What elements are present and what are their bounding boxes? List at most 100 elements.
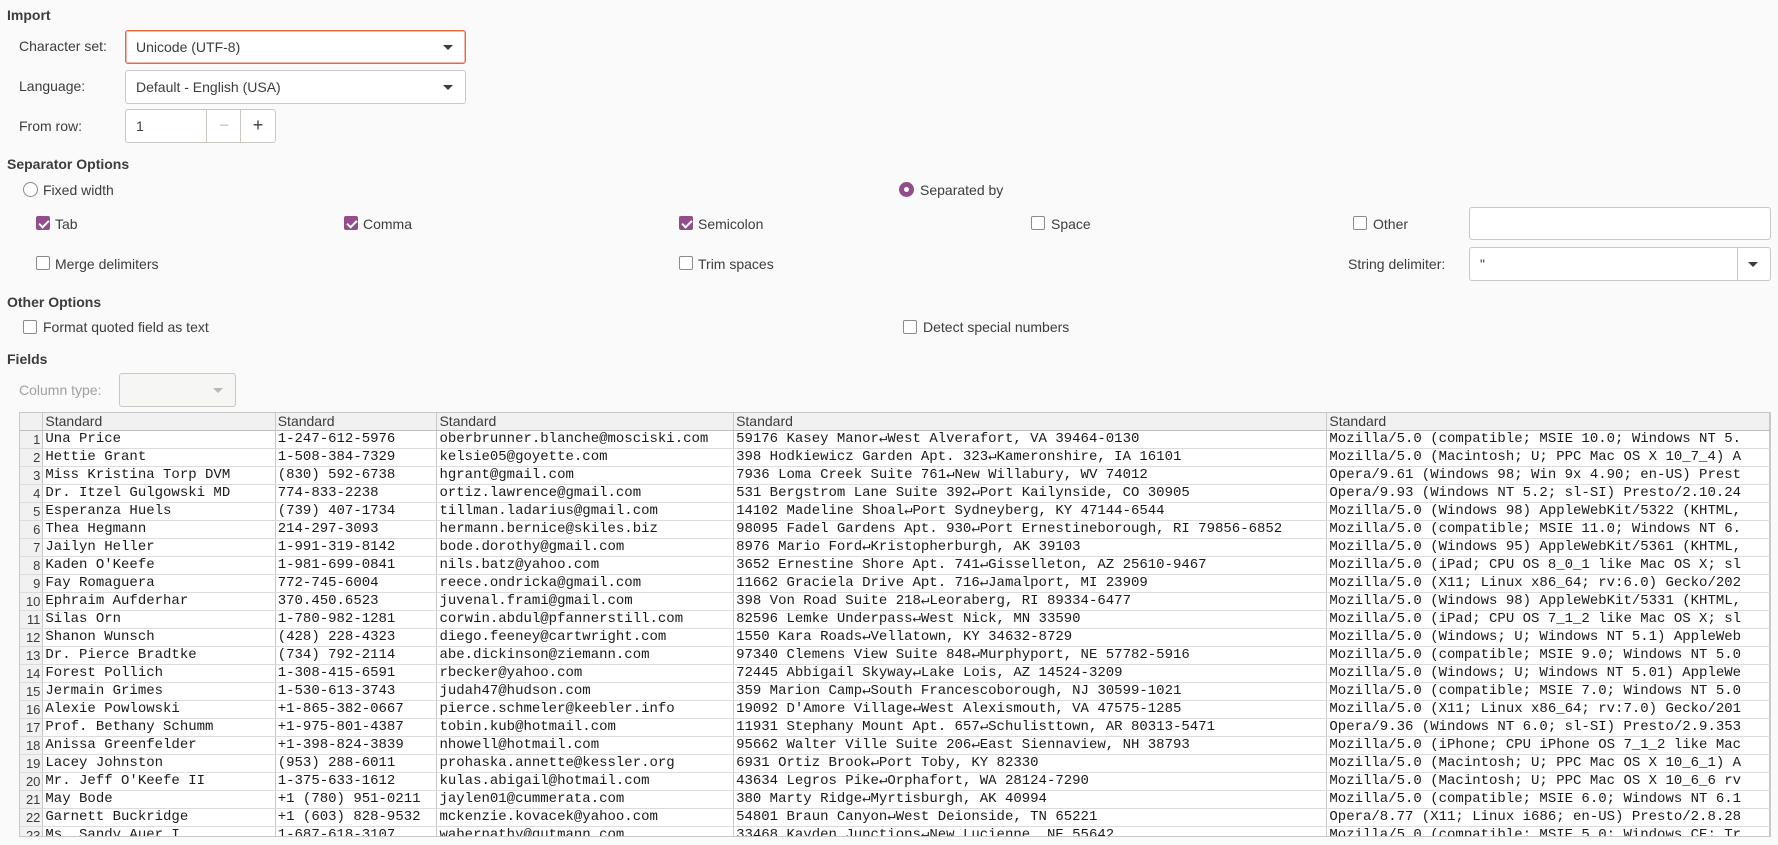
table-cell[interactable]: 1-530-613-3743 [275,682,438,701]
column-header[interactable]: Standard [1326,413,1770,431]
table-cell[interactable]: Lacey Johnston [42,754,276,773]
other-checkbox[interactable] [1353,216,1367,230]
table-cell[interactable]: 82596 Lemke Underpass↵West Nick, MN 3359… [733,610,1328,629]
comma-checkbox[interactable] [344,216,358,230]
table-cell[interactable]: Hettie Grant [42,448,276,467]
table-cell[interactable]: 11931 Stephany Mount Apt. 657↵Schulistto… [733,718,1328,737]
table-cell[interactable]: +1-398-824-3839 [275,736,438,755]
table-cell[interactable]: reece.ondricka@gmail.com [436,574,735,593]
table-cell[interactable]: Una Price [42,430,276,449]
table-cell[interactable]: Mozilla/5.0 (compatible; MSIE 10.0; Wind… [1326,430,1770,449]
table-cell[interactable]: Ms. Sandy Auer I [42,826,276,836]
other-input[interactable] [1469,207,1771,240]
language-combo[interactable]: Default - English (USA) [125,70,466,104]
string-delimiter-value[interactable]: " [1480,256,1485,272]
merge-delimiters-checkbox[interactable] [36,256,50,270]
table-cell[interactable]: Mozilla/5.0 (compatible; MSIE 5.0; Windo… [1326,826,1770,836]
from-row-spinner[interactable]: 1 − + [125,109,276,143]
table-cell[interactable]: Ephraim Aufderhar [42,592,276,611]
table-cell[interactable]: Alexie Powlowski [42,700,276,719]
table-cell[interactable]: 359 Marion Camp↵South Francescoborough, … [733,682,1328,701]
table-cell[interactable]: 98095 Fadel Gardens Apt. 930↵Port Ernest… [733,520,1328,539]
column-header[interactable]: Standard [733,413,1328,431]
table-cell[interactable]: (739) 407-1734 [275,502,438,521]
table-cell[interactable]: Mozilla/5.0 (X11; Linux x86_64; rv:7.0) … [1326,700,1770,719]
tab-label[interactable]: Tab [55,216,78,232]
table-cell[interactable]: +1-975-801-4387 [275,718,438,737]
table-cell[interactable]: Forest Pollich [42,664,276,683]
table-cell[interactable]: Mozilla/5.0 (Macintosh; U; PPC Mac OS X … [1326,448,1770,467]
table-cell[interactable]: Thea Hegmann [42,520,276,539]
row-number[interactable]: 15 [20,682,44,701]
table-cell[interactable]: pierce.schmeler@keebler.info [436,700,735,719]
table-cell[interactable]: 1-247-612-5976 [275,430,438,449]
row-number[interactable]: 10 [20,592,44,611]
table-cell[interactable]: 1-308-415-6591 [275,664,438,683]
semicolon-label[interactable]: Semicolon [698,216,763,232]
table-cell[interactable]: Dr. Pierce Bradtke [42,646,276,665]
row-number[interactable]: 1 [20,430,44,449]
table-cell[interactable]: Mozilla/5.0 (Macintosh; U; PPC Mac OS X … [1326,772,1770,791]
table-cell[interactable]: Mozilla/5.0 (X11; Linux x86_64; rv:6.0) … [1326,574,1770,593]
table-cell[interactable]: (734) 792-2114 [275,646,438,665]
separated-by-label[interactable]: Separated by [920,182,1003,198]
row-number[interactable]: 17 [20,718,44,737]
space-checkbox[interactable] [1031,216,1045,230]
table-cell[interactable]: hermann.bernice@skiles.biz [436,520,735,539]
table-cell[interactable]: tobin.kub@hotmail.com [436,718,735,737]
column-header[interactable]: Standard [436,413,735,431]
row-number[interactable]: 11 [20,610,44,629]
table-cell[interactable]: Jailyn Heller [42,538,276,557]
detect-special-numbers-checkbox[interactable] [903,320,917,334]
table-cell[interactable]: (428) 228-4323 [275,628,438,647]
row-number[interactable]: 14 [20,664,44,683]
column-type-combo[interactable] [119,373,236,407]
table-cell[interactable]: Mozilla/5.0 (compatible; MSIE 7.0; Windo… [1326,682,1770,701]
table-cell[interactable]: 531 Bergstrom Lane Suite 392↵Port Kailyn… [733,484,1328,503]
table-cell[interactable]: Kaden O'Keefe [42,556,276,575]
fixed-width-radio[interactable] [23,182,38,197]
table-cell[interactable]: Jermain Grimes [42,682,276,701]
table-cell[interactable]: (953) 288-6011 [275,754,438,773]
table-cell[interactable]: 398 Von Road Suite 218↵Leoraberg, RI 893… [733,592,1328,611]
table-cell[interactable]: 95662 Walter Ville Suite 206↵East Sienna… [733,736,1328,755]
table-cell[interactable]: Mozilla/5.0 (Windows 98) AppleWebKit/532… [1326,502,1770,521]
table-cell[interactable]: 19092 D'Amore Village↵West Alexismouth, … [733,700,1328,719]
table-cell[interactable]: Opera/9.93 (Windows NT 5.2; sl-SI) Prest… [1326,484,1770,503]
table-cell[interactable]: abe.dickinson@ziemann.com [436,646,735,665]
table-cell[interactable]: nhowell@hotmail.com [436,736,735,755]
table-cell[interactable]: kelsie05@goyette.com [436,448,735,467]
table-cell[interactable]: ortiz.lawrence@gmail.com [436,484,735,503]
table-cell[interactable]: Opera/8.77 (X11; Linux i686; en-US) Pres… [1326,808,1770,827]
table-cell[interactable]: judah47@hudson.com [436,682,735,701]
row-number[interactable]: 20 [20,772,44,791]
table-cell[interactable]: Shanon Wunsch [42,628,276,647]
table-cell[interactable]: +1-865-382-0667 [275,700,438,719]
table-cell[interactable]: 1-375-633-1612 [275,772,438,791]
trim-spaces-label[interactable]: Trim spaces [698,256,774,272]
table-cell[interactable]: 370.450.6523 [275,592,438,611]
row-number[interactable]: 13 [20,646,44,665]
table-cell[interactable]: kulas.abigail@hotmail.com [436,772,735,791]
table-cell[interactable]: nils.batz@yahoo.com [436,556,735,575]
table-cell[interactable]: 59176 Kasey Manor↵West Alverafort, VA 39… [733,430,1328,449]
table-cell[interactable]: 72445 Abbigail Skyway↵Lake Lois, AZ 1452… [733,664,1328,683]
separated-by-radio[interactable] [899,182,914,197]
table-cell[interactable]: 14102 Madeline Shoal↵Port Sydneyberg, KY… [733,502,1328,521]
table-cell[interactable]: 11662 Graciela Drive Apt. 716↵Jamalport,… [733,574,1328,593]
table-cell[interactable]: jaylen01@cummerata.com [436,790,735,809]
table-cell[interactable]: +1 (603) 828-9532 [275,808,438,827]
table-cell[interactable]: Mozilla/5.0 (Windows; U; Windows NT 5.1)… [1326,628,1770,647]
row-number[interactable]: 3 [20,466,44,485]
table-cell[interactable]: 97340 Clemens View Suite 848↵Murphyport,… [733,646,1328,665]
row-number[interactable]: 12 [20,628,44,647]
increment-button[interactable]: + [240,110,275,142]
row-number[interactable]: 21 [20,790,44,809]
table-cell[interactable]: 43634 Legros Pike↵Orphafort, WA 28124-72… [733,772,1328,791]
table-cell[interactable]: Esperanza Huels [42,502,276,521]
table-cell[interactable]: Prof. Bethany Schumm [42,718,276,737]
table-cell[interactable]: (830) 592-6738 [275,466,438,485]
table-cell[interactable]: 380 Marty Ridge↵Myrtisburgh, AK 40994 [733,790,1328,809]
table-cell[interactable]: 3652 Ernestine Shore Apt. 741↵Gisselleto… [733,556,1328,575]
table-cell[interactable]: Mozilla/5.0 (compatible; MSIE 11.0; Wind… [1326,520,1770,539]
